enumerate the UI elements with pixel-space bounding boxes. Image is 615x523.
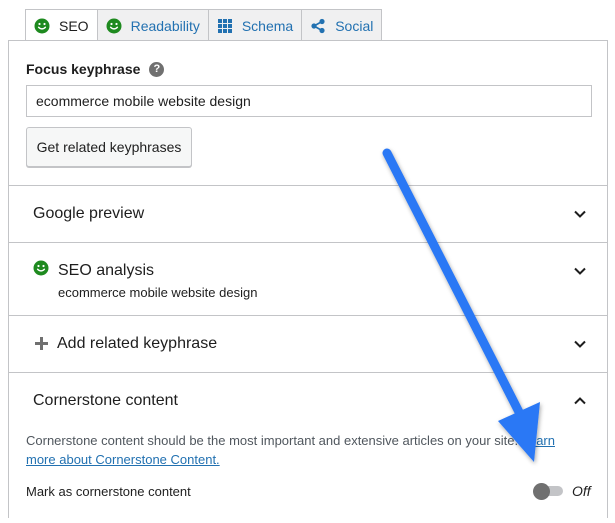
- plus-icon: [35, 337, 48, 350]
- section-title: Google preview: [33, 205, 145, 222]
- chevron-down-icon: [574, 210, 586, 218]
- cornerstone-toggle[interactable]: [533, 483, 565, 500]
- chevron-down-icon: [574, 267, 586, 275]
- cornerstone-description: Cornerstone content should be the most i…: [26, 431, 586, 469]
- focus-keyphrase-label: Focus keyphrase ?: [26, 61, 165, 77]
- share-icon: [310, 18, 326, 34]
- metabox-tabs: SEO Readability Schema Social: [25, 9, 383, 42]
- cornerstone-description-text: Cornerstone content should be the most i…: [26, 433, 519, 448]
- mark-cornerstone-label: Mark as cornerstone content: [26, 484, 191, 499]
- chevron-down-icon: [574, 340, 586, 348]
- help-icon[interactable]: ?: [149, 61, 165, 77]
- chevron-up-icon[interactable]: [573, 394, 587, 408]
- section-title[interactable]: Cornerstone content: [33, 392, 178, 410]
- section-title: SEO analysis: [58, 262, 155, 279]
- toggle-knob: [533, 483, 550, 500]
- toggle-state-label: Off: [572, 483, 591, 499]
- tab-social[interactable]: Social: [302, 9, 383, 41]
- section-title: Add related keyphrase: [57, 335, 218, 352]
- smiley-green-icon: [34, 18, 50, 34]
- add-related-keyphrase-section[interactable]: Add related keyphrase: [9, 315, 607, 372]
- tab-label: Readability: [130, 17, 200, 34]
- tab-seo[interactable]: SEO: [25, 9, 98, 42]
- smiley-green-icon: [33, 260, 49, 276]
- seo-analysis-section[interactable]: SEO analysis ecommerce mobile website de…: [9, 242, 607, 315]
- tab-label: Schema: [241, 17, 294, 34]
- seo-panel: Focus keyphrase ? Get related keyphrases…: [8, 40, 608, 518]
- smiley-green-icon: [106, 18, 122, 34]
- get-related-keyphrases-button[interactable]: Get related keyphrases: [26, 127, 192, 167]
- focus-keyphrase-text: Focus keyphrase: [26, 61, 141, 77]
- grid-icon: [217, 18, 233, 34]
- tab-label: Social: [335, 17, 374, 34]
- focus-keyphrase-input[interactable]: [26, 85, 592, 117]
- section-subtitle: ecommerce mobile website design: [58, 285, 258, 300]
- tab-readability[interactable]: Readability: [97, 9, 209, 41]
- tab-schema[interactable]: Schema: [208, 9, 303, 41]
- google-preview-section[interactable]: Google preview: [9, 185, 607, 242]
- tab-label: SEO: [59, 18, 89, 34]
